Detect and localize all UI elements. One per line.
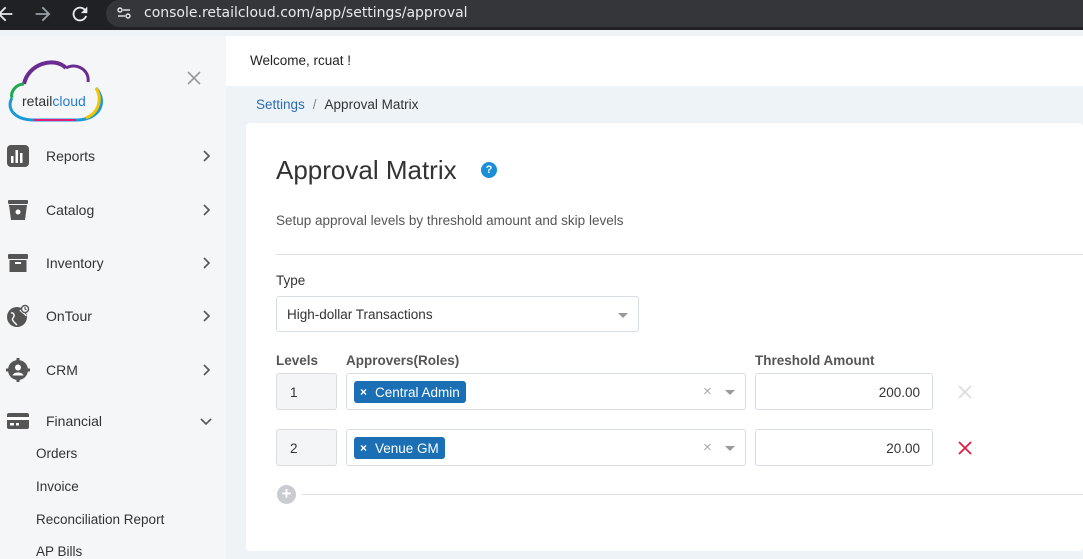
- url-text[interactable]: console.retailcloud.com/app/settings/app…: [144, 5, 468, 21]
- sidebar-item-reports[interactable]: Reports: [0, 136, 226, 176]
- sidebar-subitem-invoice[interactable]: Invoice: [36, 479, 79, 494]
- approver-chip-label: Venue GM: [375, 440, 439, 456]
- type-select-value: High-dollar Transactions: [287, 307, 433, 322]
- welcome-text: Welcome, rcuat !: [250, 53, 352, 68]
- breadcrumb-current: Approval Matrix: [324, 97, 419, 112]
- type-label: Type: [276, 273, 306, 288]
- logo-text: retailcloud: [22, 93, 86, 109]
- dropdown-caret-icon: [618, 313, 628, 318]
- shopping-bag-icon: [8, 200, 28, 220]
- breadcrumb-settings-link[interactable]: Settings: [256, 97, 305, 112]
- dropdown-caret-icon[interactable]: [725, 390, 735, 395]
- level-value: 2: [290, 441, 298, 456]
- retailcloud-logo: [8, 60, 103, 122]
- reload-icon[interactable]: [69, 3, 91, 25]
- sidebar-subitem-orders[interactable]: Orders: [36, 446, 77, 461]
- help-icon[interactable]: ?: [481, 162, 497, 178]
- divider: [276, 254, 1083, 255]
- chevron-down-icon: [200, 418, 212, 426]
- threshold-value: 200.00: [878, 385, 920, 400]
- forward-icon[interactable]: [32, 3, 54, 25]
- sidebar-item-label: Financial: [46, 413, 103, 429]
- close-sidebar-icon[interactable]: [186, 70, 202, 86]
- back-icon[interactable]: [0, 3, 16, 25]
- column-header-levels: Levels: [276, 353, 319, 368]
- threshold-input[interactable]: 200.00: [755, 373, 933, 410]
- level-field: 1: [276, 373, 337, 410]
- archive-box-icon: [8, 254, 28, 272]
- chip-remove-icon[interactable]: ×: [360, 385, 367, 399]
- add-level-button[interactable]: +: [277, 485, 296, 504]
- credit-card-icon: [7, 413, 29, 429]
- chevron-right-icon: [203, 204, 211, 216]
- level-value: 1: [290, 385, 298, 400]
- sidebar-item-label: OnTour: [46, 308, 92, 324]
- clear-selection-icon[interactable]: ×: [703, 439, 712, 456]
- chevron-right-icon: [203, 150, 211, 162]
- sidebar-item-catalog[interactable]: Catalog: [0, 190, 226, 230]
- chevron-right-icon: [203, 364, 211, 376]
- top-header: Welcome, rcuat !: [226, 36, 1083, 86]
- add-level-divider: [302, 494, 1083, 495]
- sidebar-item-label: CRM: [46, 362, 78, 378]
- bar-chart-icon: [7, 145, 29, 167]
- approval-matrix-card: Approval Matrix ? Setup approval levels …: [246, 123, 1083, 551]
- approver-chip: × Venue GM: [354, 437, 445, 459]
- breadcrumb-separator: /: [312, 97, 317, 112]
- sidebar-subitem-reconciliation-report[interactable]: Reconciliation Report: [36, 512, 164, 527]
- type-select[interactable]: High-dollar Transactions: [276, 296, 639, 332]
- approver-chip: × Central Admin: [354, 381, 466, 403]
- logo-text-accent: cloud: [52, 93, 86, 109]
- sidebar-item-label: Inventory: [46, 255, 104, 271]
- threshold-value: 20.00: [886, 441, 920, 456]
- breadcrumb: Settings / Approval Matrix: [256, 97, 418, 112]
- chip-remove-icon[interactable]: ×: [360, 441, 367, 455]
- clear-selection-icon[interactable]: ×: [703, 383, 712, 400]
- column-header-threshold: Threshold Amount: [755, 353, 875, 368]
- logo-text-main: retail: [22, 93, 53, 109]
- sidebar: retailcloud Reports Catalog Inventory On…: [0, 36, 226, 559]
- page-title: Approval Matrix: [276, 155, 457, 185]
- delete-row-icon: [958, 385, 972, 399]
- approvers-select[interactable]: × Venue GM ×: [346, 429, 746, 466]
- sidebar-item-label: Reports: [46, 148, 96, 164]
- column-header-approvers: Approvers(Roles): [346, 353, 460, 368]
- crm-gear-icon: [6, 358, 30, 382]
- delete-row-icon[interactable]: [957, 440, 973, 456]
- browser-toolbar: console.retailcloud.com/app/settings/app…: [0, 0, 1083, 30]
- dropdown-caret-icon[interactable]: [725, 446, 735, 451]
- sidebar-item-crm[interactable]: CRM: [0, 350, 226, 390]
- chevron-right-icon: [203, 310, 211, 322]
- site-settings-icon[interactable]: [116, 5, 132, 21]
- approvers-select[interactable]: × Central Admin ×: [346, 373, 746, 410]
- approver-chip-label: Central Admin: [375, 384, 460, 400]
- chevron-right-icon: [203, 257, 211, 269]
- sidebar-subitem-ap-bills[interactable]: AP Bills: [36, 544, 82, 559]
- sidebar-item-ontour[interactable]: OnTour: [0, 296, 226, 336]
- page-subtitle: Setup approval levels by threshold amoun…: [276, 213, 624, 228]
- sidebar-item-financial[interactable]: Financial: [0, 401, 226, 441]
- sidebar-item-inventory[interactable]: Inventory: [0, 243, 226, 283]
- threshold-input[interactable]: 20.00: [755, 429, 933, 466]
- sidebar-item-label: Catalog: [46, 202, 95, 218]
- globe-tour-icon: [7, 304, 30, 327]
- level-field: 2: [276, 429, 337, 466]
